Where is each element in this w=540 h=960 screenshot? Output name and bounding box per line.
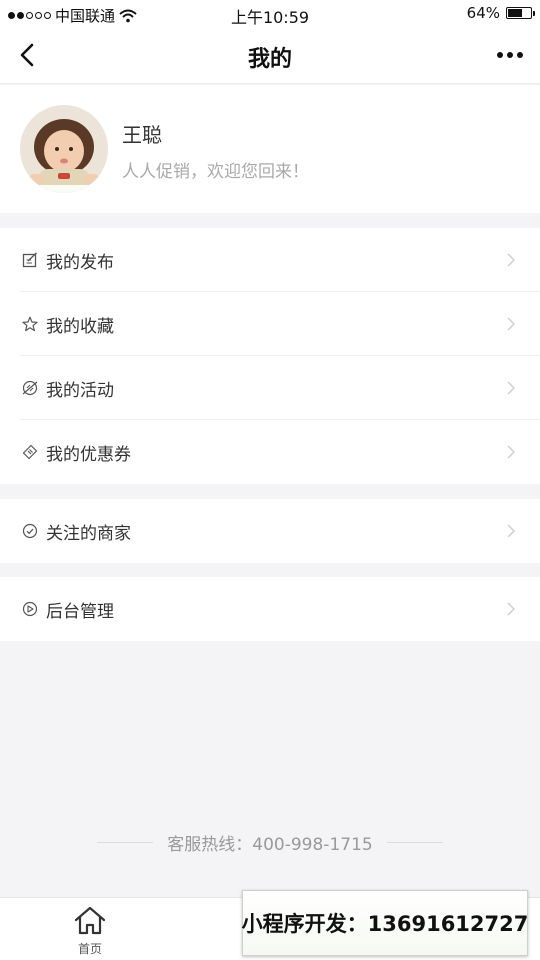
battery-fill [508,9,523,17]
tab-home[interactable]: 首页 [45,904,135,957]
chevron-right-icon [507,317,516,331]
menu-item-label: 我的活动 [46,380,114,401]
home-icon [74,906,106,935]
more-button[interactable] [492,42,528,68]
battery-percent: 64% [466,4,500,22]
chevron-right-icon [507,445,516,459]
star-icon [22,316,38,332]
profile-card[interactable]: 王聪 人人促销，欢迎您回来！ [0,85,540,213]
chevron-right-icon [507,381,516,395]
menu-item-label: 我的优惠券 [46,444,131,465]
hotline: 客服热线：400-998-1715 [0,830,540,855]
more-dot-icon [497,52,503,58]
promo-banner[interactable]: 小程序开发：13691612727 [242,890,528,956]
dashboard-icon [22,601,38,617]
nav-bar: 我的 [0,28,540,84]
menu-item-label: 我的收藏 [46,316,114,337]
page-title: 我的 [247,47,292,72]
menu-item-admin[interactable]: 后台管理 [0,577,540,641]
menu-item-label: 后台管理 [46,601,114,622]
menu-item-my-coupons[interactable]: 我的优惠券 [0,420,540,484]
avatar[interactable] [20,105,108,193]
hotline-text[interactable]: 客服热线：400-998-1715 [167,830,372,855]
menu-group-follow: 关注的商家 [0,499,540,563]
tab-home-label: 首页 [77,942,102,956]
avatar-image [20,105,108,193]
user-name: 王聪 [122,123,162,147]
check-circle-icon [22,523,38,539]
menu-item-followed-merchants[interactable]: 关注的商家 [0,499,540,563]
menu-item-my-activities[interactable]: 我的活动 [0,356,540,420]
coupon-icon [22,444,38,460]
menu-group-main: 我的发布 我的收藏 我的活动 我的优惠券 [0,228,540,484]
welcome-text: 人人促销，欢迎您回来！ [122,162,309,182]
menu-item-label: 我的发布 [46,252,114,273]
status-right: 64% [466,4,535,22]
more-dot-icon [507,52,513,58]
status-bar: 中国联通 上午10:59 64% [0,0,540,28]
chevron-right-icon [507,253,516,267]
promo-text: 小程序开发：13691612727 [241,912,529,936]
menu-item-my-posts[interactable]: 我的发布 [0,228,540,292]
chevron-right-icon [507,602,516,616]
menu-group-admin: 后台管理 [0,577,540,641]
divider [386,841,443,843]
menu-item-my-favorites[interactable]: 我的收藏 [0,292,540,356]
edit-icon [22,252,37,268]
status-time: 上午10:59 [230,8,310,27]
divider [97,841,154,843]
more-dot-icon [517,52,523,58]
activity-icon [22,380,38,396]
battery-icon [506,7,535,19]
chevron-right-icon [507,524,516,538]
menu-item-label: 关注的商家 [46,523,131,544]
